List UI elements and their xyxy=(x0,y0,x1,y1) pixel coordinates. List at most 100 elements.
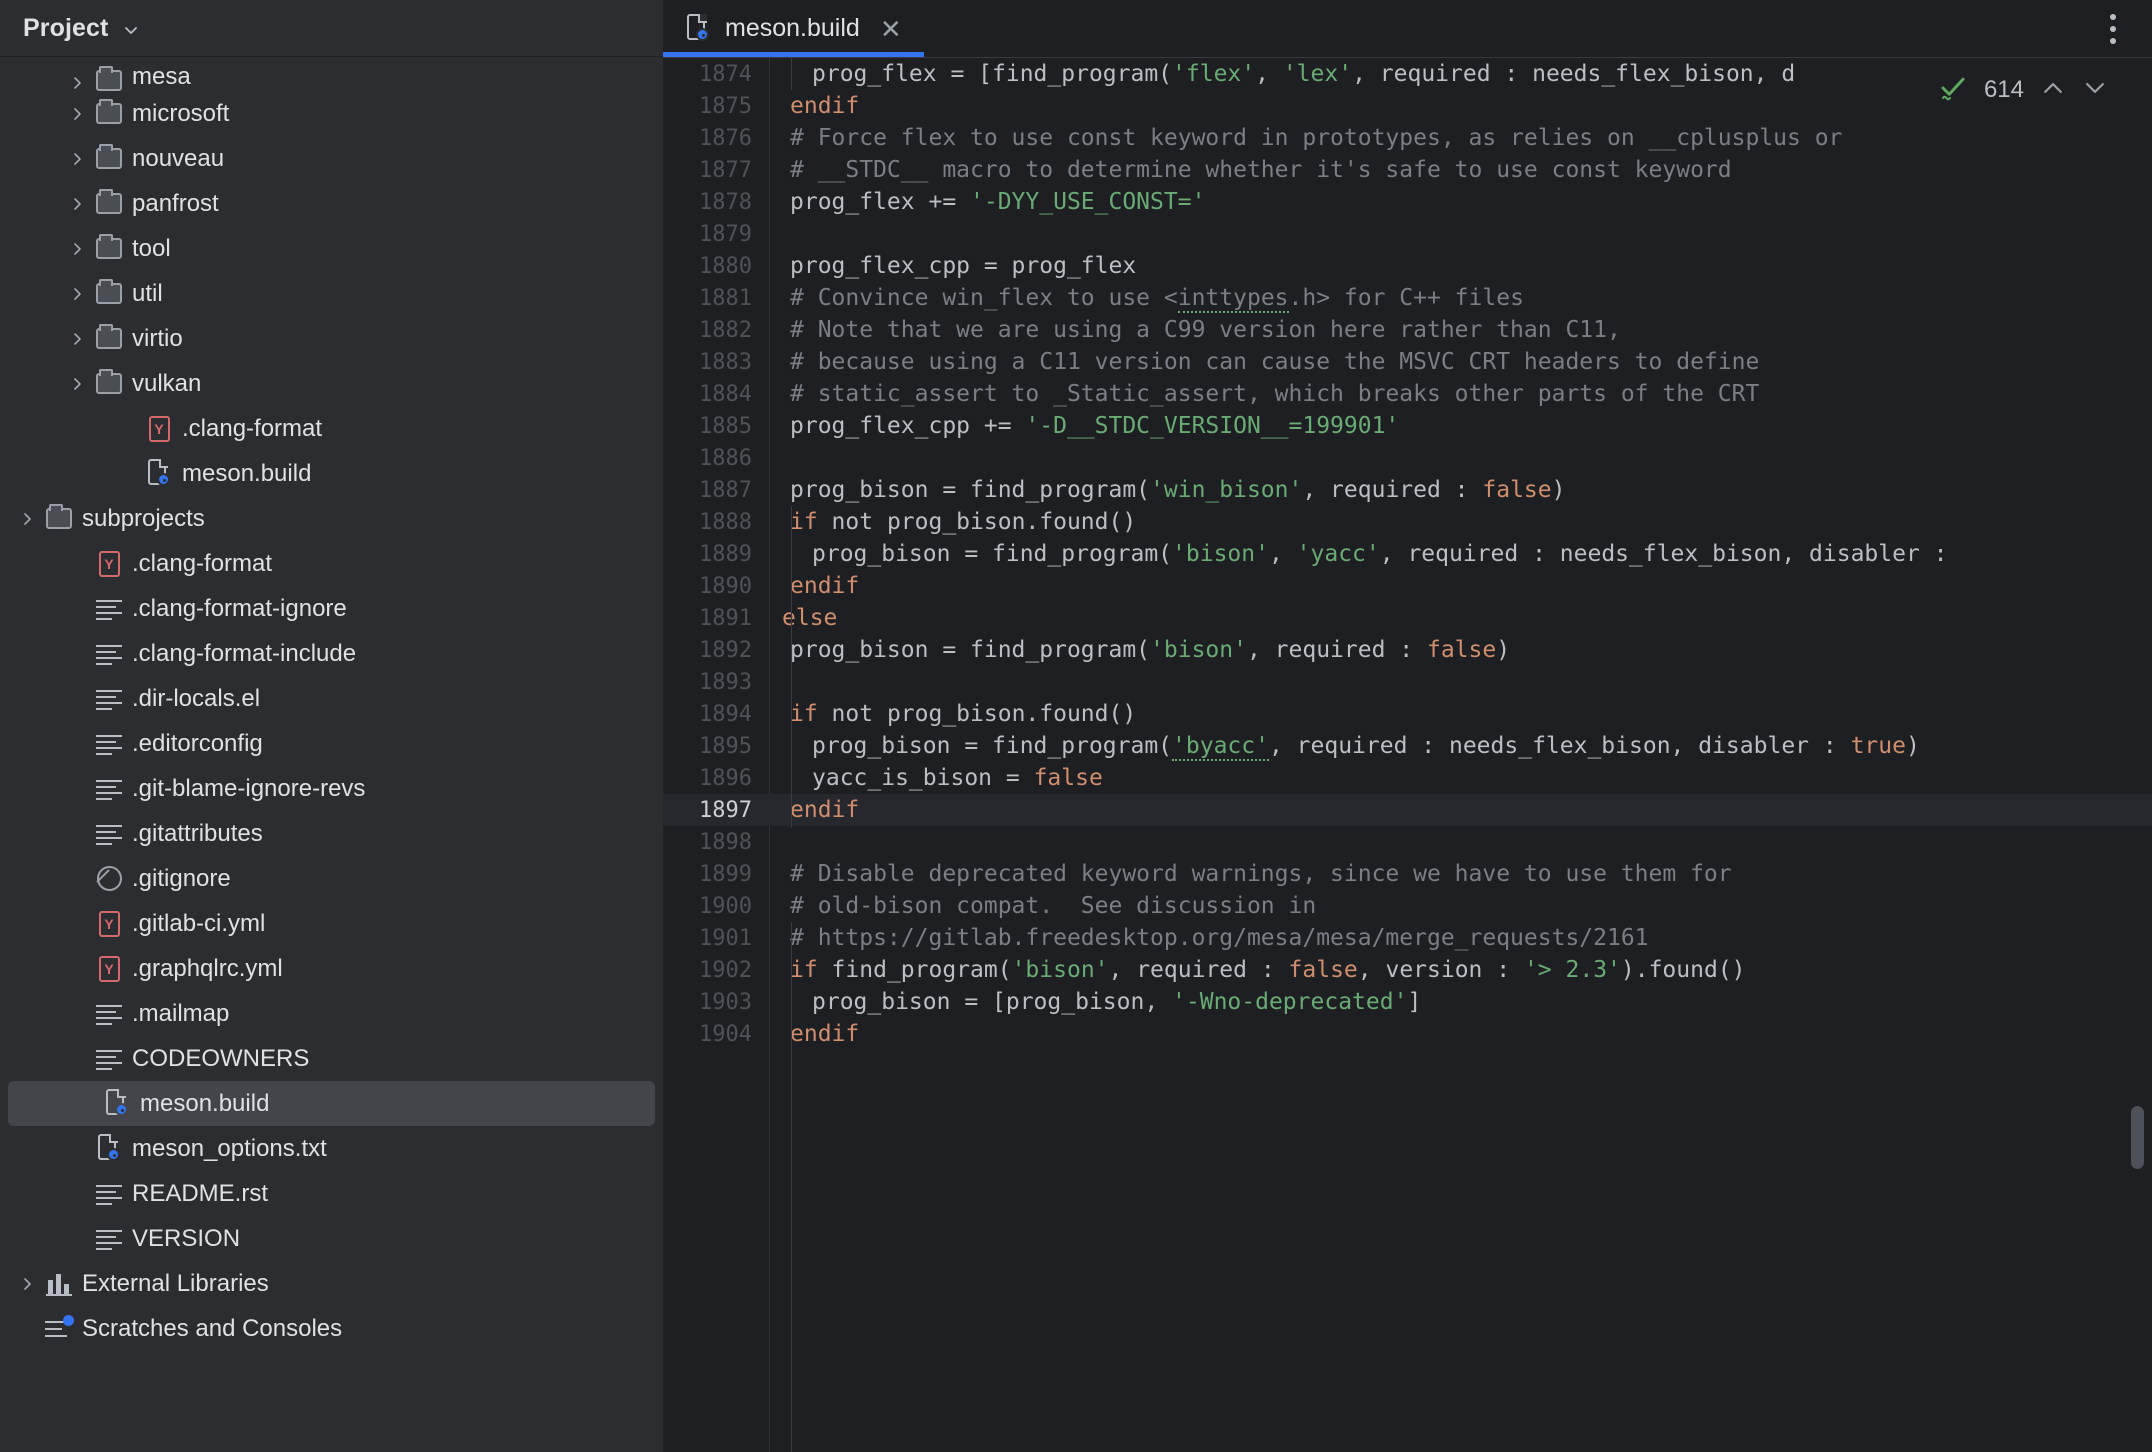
code-line[interactable]: 1880 prog_flex_cpp = prog_flex xyxy=(663,250,2152,282)
code-text[interactable]: endif xyxy=(770,797,859,823)
tree-item[interactable]: README.rst xyxy=(0,1171,663,1216)
chevron-right-icon[interactable] xyxy=(62,331,92,347)
line-number[interactable]: 1890 xyxy=(663,574,770,599)
line-number[interactable]: 1904 xyxy=(663,1022,770,1047)
code-text[interactable]: if find_program('bison', required : fals… xyxy=(770,957,1746,983)
tree-item[interactable]: .gitignore xyxy=(0,856,663,901)
line-number[interactable]: 1879 xyxy=(663,222,770,247)
line-number[interactable]: 1885 xyxy=(663,414,770,439)
line-number[interactable]: 1888 xyxy=(663,510,770,535)
line-number[interactable]: 1875 xyxy=(663,94,770,119)
tree-item[interactable]: subprojects xyxy=(0,496,663,541)
code-line[interactable]: 1893 xyxy=(663,666,2152,698)
chevron-right-icon[interactable] xyxy=(12,1276,42,1292)
code-line[interactable]: 1899 # Disable deprecated keyword warning… xyxy=(663,858,2152,890)
code-text[interactable]: # Disable deprecated keyword warnings, s… xyxy=(770,861,1732,887)
code-editor[interactable]: 1874 prog_flex = [find_program('flex', 'l… xyxy=(663,57,2152,1452)
code-line[interactable]: 1891 else xyxy=(663,602,2152,634)
tree-item[interactable]: meson.build xyxy=(0,451,663,496)
code-line[interactable]: 1903 prog_bison = [prog_bison, '-Wno-depr… xyxy=(663,986,2152,1018)
line-number[interactable]: 1876 xyxy=(663,126,770,151)
inspection-widget[interactable]: 614 xyxy=(1938,70,2108,110)
vertical-scrollbar-thumb[interactable] xyxy=(2131,1106,2144,1169)
tree-item[interactable]: mesa xyxy=(0,57,663,91)
code-line[interactable]: 1886 xyxy=(663,442,2152,474)
inspection-ok-icon[interactable] xyxy=(1938,73,1968,108)
code-text[interactable]: prog_bison = find_program('win_bison', r… xyxy=(770,477,1565,503)
code-line[interactable]: 1897 endif xyxy=(663,794,2152,826)
tree-item[interactable]: External Libraries xyxy=(0,1261,663,1306)
code-text[interactable]: # static_assert to _Static_assert, which… xyxy=(770,381,1759,407)
code-line[interactable]: 1904 endif xyxy=(663,1018,2152,1050)
tree-item[interactable]: .git-blame-ignore-revs xyxy=(0,766,663,811)
code-text[interactable]: # Convince win_flex to use <inttypes.h> … xyxy=(770,285,1524,313)
chevron-right-icon[interactable] xyxy=(62,75,92,91)
code-line[interactable]: 1888 if not prog_bison.found() xyxy=(663,506,2152,538)
code-text[interactable]: if not prog_bison.found() xyxy=(770,509,1136,535)
tree-item[interactable]: VERSION xyxy=(0,1216,663,1261)
tree-item[interactable]: meson_options.txt xyxy=(0,1126,663,1171)
tree-item[interactable]: Y .clang-format xyxy=(0,541,663,586)
code-line[interactable]: 1900 # old-bison compat. See discussion i… xyxy=(663,890,2152,922)
tab-meson-build[interactable]: meson.build ✕ xyxy=(663,0,924,57)
project-file-tree[interactable]: mesa microsoft nouveau panfrost tool util virt… xyxy=(0,57,663,1452)
code-line[interactable]: 1894 if not prog_bison.found() xyxy=(663,698,2152,730)
chevron-right-icon[interactable] xyxy=(62,376,92,392)
code-line[interactable]: 1898 xyxy=(663,826,2152,858)
tree-item[interactable]: Y .graphqlrc.yml xyxy=(0,946,663,991)
tree-item[interactable]: nouveau xyxy=(0,136,663,181)
code-text[interactable]: # __STDC__ macro to determine whether it… xyxy=(770,157,1732,183)
line-number[interactable]: 1899 xyxy=(663,862,770,887)
code-text[interactable]: yacc_is_bison = false xyxy=(792,765,1103,791)
code-text[interactable]: prog_bison = [prog_bison, '-Wno-deprecat… xyxy=(792,989,1421,1015)
close-icon[interactable]: ✕ xyxy=(880,16,902,42)
chevron-right-icon[interactable] xyxy=(12,511,42,527)
code-text[interactable]: # because using a C11 version can cause … xyxy=(770,349,1759,375)
intention-bulb-icon[interactable] xyxy=(747,768,767,788)
chevron-right-icon[interactable] xyxy=(62,241,92,257)
line-number[interactable]: 1877 xyxy=(663,158,770,183)
line-number[interactable]: 1881 xyxy=(663,286,770,311)
code-text[interactable]: prog_flex_cpp = prog_flex xyxy=(770,253,1136,279)
tree-item[interactable]: .mailmap xyxy=(0,991,663,1036)
code-text[interactable]: prog_bison = find_program('bison', 'yacc… xyxy=(792,541,1961,567)
code-text[interactable]: prog_bison = find_program('byacc', requi… xyxy=(792,733,1920,761)
code-text[interactable]: # Note that we are using a C99 version h… xyxy=(770,317,1621,343)
tree-item[interactable]: Scratches and Consoles xyxy=(0,1306,663,1351)
line-number[interactable]: 1887 xyxy=(663,478,770,503)
line-number[interactable]: 1901 xyxy=(663,926,770,951)
tree-item[interactable]: Y .clang-format xyxy=(0,406,663,451)
code-text[interactable]: # Force flex to use const keyword in pro… xyxy=(770,125,1842,151)
code-text[interactable]: if not prog_bison.found() xyxy=(770,701,1136,727)
tree-item[interactable]: .editorconfig xyxy=(0,721,663,766)
code-text[interactable]: prog_bison = find_program('bison', requi… xyxy=(770,637,1510,663)
code-line[interactable]: 1892 prog_bison = find_program('bison', r… xyxy=(663,634,2152,666)
line-number[interactable]: 1903 xyxy=(663,990,770,1015)
code-line[interactable]: 1874 prog_flex = [find_program('flex', 'l… xyxy=(663,58,2152,90)
code-line[interactable]: 1901 # https://gitlab.freedesktop.org/mes… xyxy=(663,922,2152,954)
tree-item[interactable]: microsoft xyxy=(0,91,663,136)
line-number[interactable]: 1884 xyxy=(663,382,770,407)
project-panel-header[interactable]: Project xyxy=(0,0,663,57)
code-line[interactable]: 1875 endif xyxy=(663,90,2152,122)
line-number[interactable]: 1886 xyxy=(663,446,770,471)
line-number[interactable]: 1892 xyxy=(663,638,770,663)
tree-item[interactable]: Y .gitlab-ci.yml xyxy=(0,901,663,946)
code-text[interactable]: prog_flex += '-DYY_USE_CONST=' xyxy=(770,189,1205,215)
code-line[interactable]: 1896 yacc_is_bison = false xyxy=(663,762,2152,794)
code-line[interactable]: 1895 prog_bison = find_program('byacc', r… xyxy=(663,730,2152,762)
code-line[interactable]: 1883 # because using a C11 version can ca… xyxy=(663,346,2152,378)
tree-item[interactable]: panfrost xyxy=(0,181,663,226)
line-number[interactable]: 1874 xyxy=(663,62,770,87)
line-number[interactable]: 1902 xyxy=(663,958,770,983)
code-text[interactable]: prog_flex = [find_program('flex', 'lex',… xyxy=(792,61,1795,87)
line-number[interactable]: 1900 xyxy=(663,894,770,919)
tree-item[interactable]: util xyxy=(0,271,663,316)
code-line[interactable]: 1884 # static_assert to _Static_assert, w… xyxy=(663,378,2152,410)
tree-item[interactable]: .clang-format-include xyxy=(0,631,663,676)
line-number[interactable]: 1897 xyxy=(663,798,770,823)
more-options-icon[interactable] xyxy=(2098,13,2128,45)
code-line[interactable]: 1890 endif xyxy=(663,570,2152,602)
code-text[interactable]: endif xyxy=(770,1021,859,1047)
code-line[interactable]: 1877 # __STDC__ macro to determine whethe… xyxy=(663,154,2152,186)
